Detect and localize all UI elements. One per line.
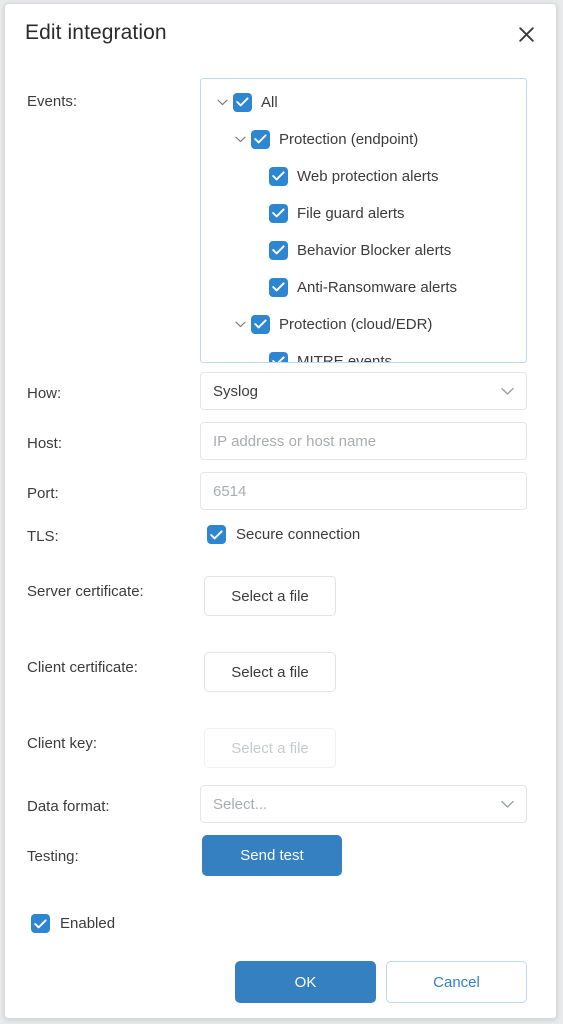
events-tree-item[interactable]: Protection (endpoint)	[201, 125, 526, 153]
data-format-placeholder: Select...	[213, 796, 267, 813]
events-tree-item[interactable]: Behavior Blocker alerts	[201, 236, 526, 264]
chevron-down-icon	[501, 387, 514, 396]
client-certificate-label: Client certificate:	[27, 659, 138, 676]
events-tree-item-label: Behavior Blocker alerts	[297, 242, 451, 259]
checkbox-checked-icon[interactable]	[269, 204, 288, 223]
checkbox-checked-icon[interactable]	[269, 352, 288, 364]
events-tree-item-label: Web protection alerts	[297, 168, 438, 185]
how-select[interactable]: Syslog	[200, 372, 527, 410]
host-input[interactable]: IP address or host name	[200, 422, 527, 460]
how-value: Syslog	[213, 383, 258, 400]
events-tree-item[interactable]: Protection (cloud/EDR)	[201, 310, 526, 338]
events-tree-item-label: All	[261, 94, 278, 111]
client-certificate-select-file-button[interactable]: Select a file	[204, 652, 336, 692]
client-key-select-file-button: Select a file	[204, 728, 336, 768]
events-tree-item-label: Protection (endpoint)	[279, 131, 418, 148]
checkbox-checked-icon[interactable]	[251, 130, 270, 149]
tls-label: TLS:	[27, 528, 59, 545]
chevron-down-icon	[501, 800, 514, 809]
checkbox-checked-icon[interactable]	[233, 93, 252, 112]
events-tree-item-label: File guard alerts	[297, 205, 405, 222]
how-label: How:	[27, 385, 61, 402]
client-key-label: Client key:	[27, 735, 97, 752]
enabled-checkbox[interactable]: Enabled	[31, 914, 115, 933]
close-icon[interactable]	[510, 18, 542, 50]
checkbox-checked-icon	[31, 914, 50, 933]
events-tree-item-label: Protection (cloud/EDR)	[279, 316, 432, 333]
events-tree-item[interactable]: All	[201, 88, 526, 116]
host-placeholder: IP address or host name	[213, 433, 376, 450]
events-tree[interactable]: All Protection (endpoint) Web protection a…	[200, 78, 527, 363]
port-input[interactable]: 6514	[200, 472, 527, 510]
dialog-title: Edit integration	[25, 21, 167, 45]
ok-button[interactable]: OK	[235, 961, 376, 1003]
chevron-down-icon[interactable]	[211, 99, 233, 106]
data-format-select[interactable]: Select...	[200, 785, 527, 823]
server-certificate-select-file-button[interactable]: Select a file	[204, 576, 336, 616]
checkbox-checked-icon[interactable]	[269, 241, 288, 260]
events-tree-item-label: Anti-Ransomware alerts	[297, 279, 457, 296]
events-tree-item-label: MITRE events	[297, 353, 392, 364]
send-test-button[interactable]: Send test	[202, 835, 342, 876]
port-label: Port:	[27, 485, 59, 502]
edit-integration-dialog: Edit integration Events: All Protection (…	[4, 3, 557, 1019]
cancel-button[interactable]: Cancel	[386, 961, 527, 1003]
chevron-down-icon[interactable]	[229, 136, 251, 143]
checkbox-checked-icon	[207, 525, 226, 544]
checkbox-checked-icon[interactable]	[269, 278, 288, 297]
chevron-down-icon[interactable]	[229, 321, 251, 328]
events-label: Events:	[27, 93, 77, 110]
testing-label: Testing:	[27, 848, 79, 865]
events-tree-item[interactable]: Anti-Ransomware alerts	[201, 273, 526, 301]
data-format-label: Data format:	[27, 798, 110, 815]
events-tree-item[interactable]: MITRE events	[201, 347, 526, 363]
secure-connection-checkbox[interactable]: Secure connection	[207, 525, 360, 544]
enabled-label: Enabled	[60, 915, 115, 932]
secure-connection-label: Secure connection	[236, 526, 360, 543]
port-placeholder: 6514	[213, 483, 246, 500]
checkbox-checked-icon[interactable]	[269, 167, 288, 186]
server-certificate-label: Server certificate:	[27, 583, 144, 600]
events-tree-item[interactable]: File guard alerts	[201, 199, 526, 227]
events-tree-item[interactable]: Web protection alerts	[201, 162, 526, 190]
checkbox-checked-icon[interactable]	[251, 315, 270, 334]
host-label: Host:	[27, 435, 62, 452]
